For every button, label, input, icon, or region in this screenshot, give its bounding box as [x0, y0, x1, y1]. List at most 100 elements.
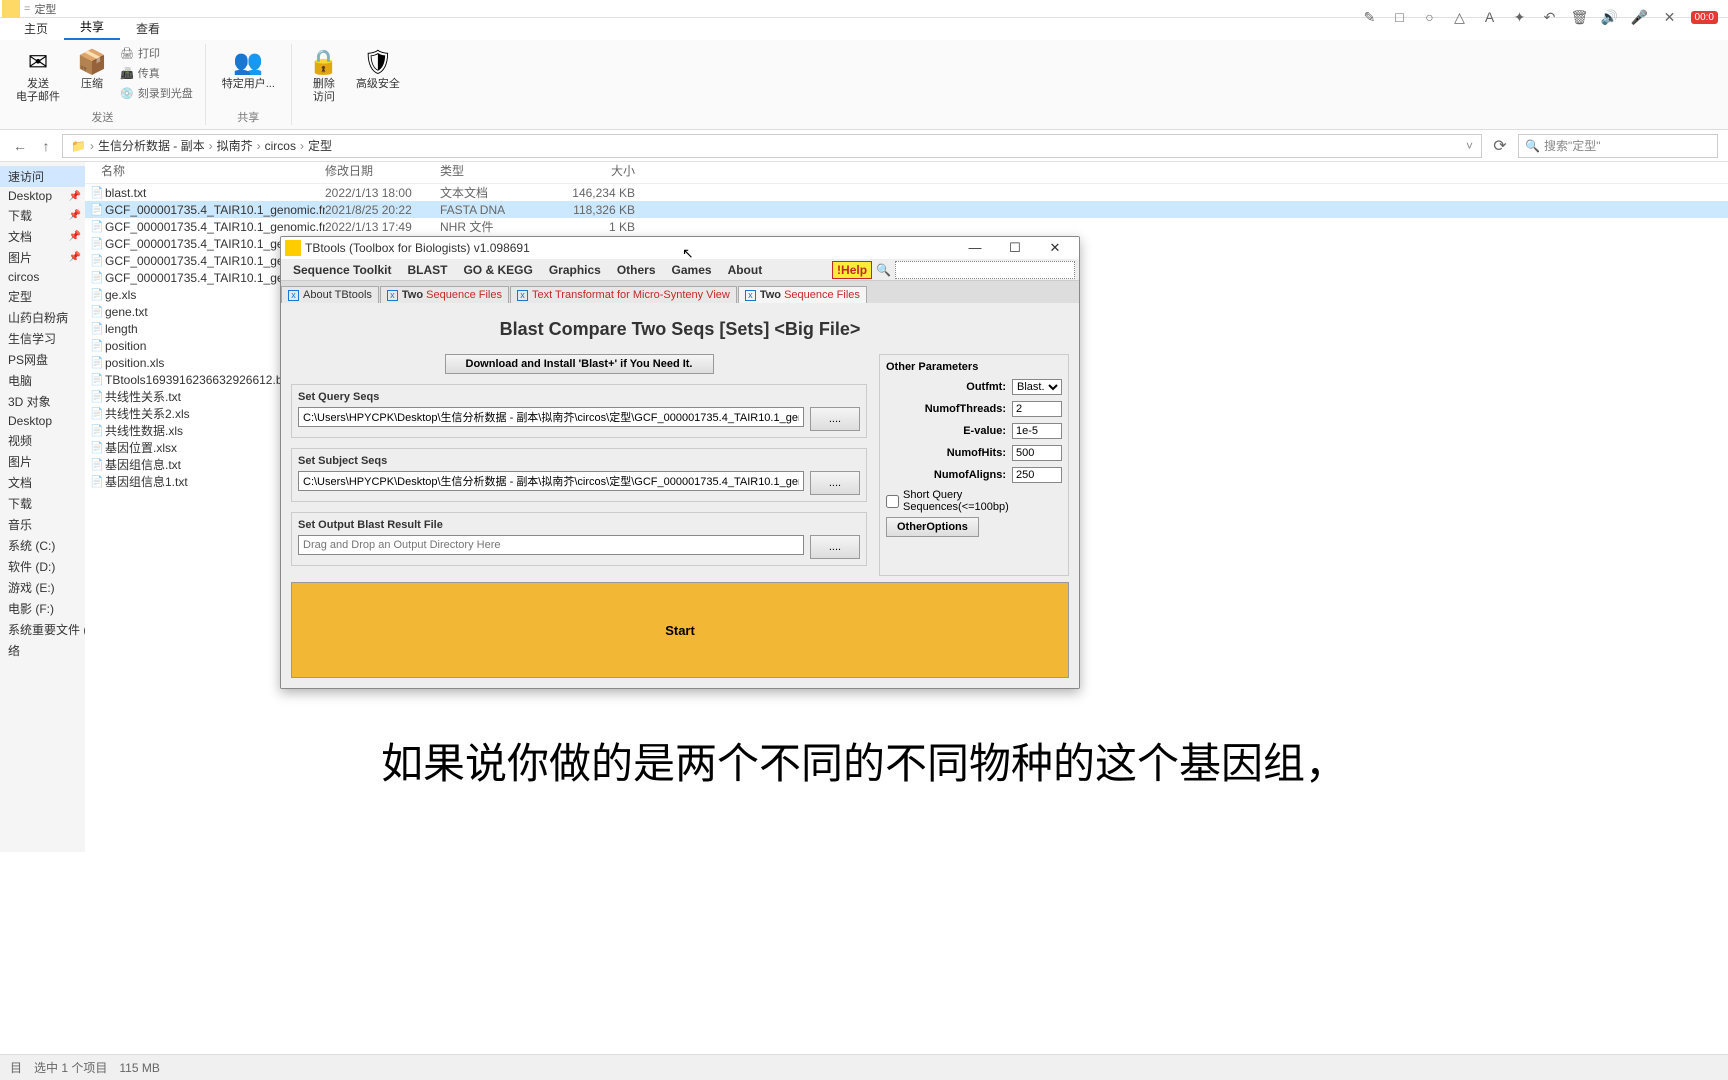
shortquery-checkbox[interactable] [886, 495, 899, 508]
file-row[interactable]: 📄 GCF_000001735.4_TAIR10.1_genomic.fna.T… [85, 218, 1728, 235]
header-type[interactable]: 类型 [440, 162, 535, 183]
refresh-button[interactable]: ⟳ [1488, 136, 1512, 156]
header-date[interactable]: 修改日期 [325, 162, 440, 183]
menu-graphics[interactable]: Graphics [541, 261, 609, 279]
edit-icon[interactable]: ✎ [1361, 8, 1379, 26]
sidebar-item[interactable]: 电影 (F:) [0, 598, 85, 619]
ribbon-tab-home[interactable]: 主页 [8, 17, 64, 40]
record-badge[interactable]: 00:0 [1691, 11, 1718, 24]
sidebar-item[interactable]: 下载📌 [0, 205, 85, 226]
square-icon[interactable]: □ [1391, 8, 1409, 26]
menu-seqtoolkit[interactable]: Sequence Toolkit [285, 261, 399, 279]
ribbon-btn-advanced-security[interactable]: 🛡 高级安全 [350, 44, 406, 93]
otheroptions-button[interactable]: OtherOptions [886, 517, 979, 537]
header-size[interactable]: 大小 [535, 162, 645, 183]
wand-icon[interactable]: ✦ [1511, 8, 1529, 26]
sidebar-item[interactable]: circos [0, 268, 85, 286]
header-name[interactable]: 名称 [85, 162, 325, 183]
download-blast-button[interactable]: Download and Install 'Blast+' if You Nee… [445, 354, 714, 374]
tbtools-titlebar[interactable]: TBtools (Toolbox for Biologists) v1.0986… [281, 237, 1079, 259]
tab-close-icon[interactable]: x [387, 290, 398, 301]
subject-input[interactable] [298, 471, 804, 491]
breadcrumb[interactable]: 📁 › 生信分析数据 - 副本 › 拟南芥 › circos › 定型 ˅ [62, 134, 1482, 158]
breadcrumb-p3[interactable]: circos [265, 139, 296, 153]
close-button[interactable]: ✕ [1035, 237, 1075, 259]
ribbon-btn-users[interactable]: 👥 特定用户... [216, 44, 281, 93]
text-icon[interactable]: A [1481, 8, 1499, 26]
query-browse-button[interactable]: .... [810, 407, 860, 431]
circle-icon[interactable]: ○ [1421, 8, 1439, 26]
menu-blast[interactable]: BLAST [399, 261, 455, 279]
sidebar-item[interactable]: 文档 [0, 472, 85, 493]
sidebar-item[interactable]: 音乐 [0, 514, 85, 535]
ribbon-btn-email[interactable]: ✉ 发送 电子邮件 [10, 44, 66, 106]
sidebar-item[interactable]: 软件 (D:) [0, 556, 85, 577]
sidebar-item[interactable]: 络 [0, 640, 85, 661]
menu-games[interactable]: Games [664, 261, 720, 279]
maximize-button[interactable]: ☐ [995, 237, 1035, 259]
sidebar-item[interactable]: 生信学习 [0, 328, 85, 349]
menu-about[interactable]: About [720, 261, 771, 279]
minimize-button[interactable]: — [955, 237, 995, 259]
sidebar-item[interactable]: 文档📌 [0, 226, 85, 247]
trash-icon[interactable]: 🗑 [1571, 8, 1589, 26]
hits-input[interactable] [1012, 445, 1062, 461]
ribbon-tab-share[interactable]: 共享 [64, 15, 120, 40]
nav-up[interactable]: ↑ [36, 138, 56, 154]
tab-twoseq2[interactable]: x Two Sequence Files [738, 286, 867, 303]
breadcrumb-p2[interactable]: 拟南芥 [217, 137, 253, 154]
menu-gokegg[interactable]: GO & KEGG [455, 261, 540, 279]
tab-synteny[interactable]: x Text Transformat for Micro-Synteny Vie… [510, 286, 737, 303]
start-button[interactable]: Start [291, 582, 1069, 678]
speaker-icon[interactable]: 🔊 [1601, 8, 1619, 26]
tab-close-icon[interactable]: x [288, 290, 299, 301]
menu-others[interactable]: Others [609, 261, 664, 279]
tbtools-search-input[interactable] [895, 261, 1075, 279]
close-x-icon[interactable]: ✕ [1661, 8, 1679, 26]
sidebar-item[interactable]: 电脑 [0, 370, 85, 391]
tab-twoseq1[interactable]: x Two Sequence Files [380, 286, 509, 303]
undo-icon[interactable]: ↶ [1541, 8, 1559, 26]
sidebar-item[interactable]: 速访问 [0, 166, 85, 187]
mic-icon[interactable]: 🎤 [1631, 8, 1649, 26]
sidebar-item[interactable]: Desktop [0, 412, 85, 430]
sidebar-item[interactable]: 3D 对象 [0, 391, 85, 412]
sidebar-item[interactable]: 视频 [0, 430, 85, 451]
file-row[interactable]: 📄 GCF_000001735.4_TAIR10.1_genomic.fna 2… [85, 201, 1728, 218]
help-button[interactable]: !Help [832, 261, 872, 279]
search-icon[interactable]: 🔍 [876, 263, 891, 277]
ribbon-btn-compress[interactable]: 📦 压缩 [70, 44, 114, 93]
triangle-icon[interactable]: △ [1451, 8, 1469, 26]
chevron-down-icon[interactable]: ˅ [1466, 139, 1473, 153]
file-row[interactable]: 📄 blast.txt 2022/1/13 18:00 文本文档 146,234… [85, 184, 1728, 201]
outfmt-select[interactable]: Blast... [1012, 379, 1062, 395]
threads-input[interactable] [1012, 401, 1062, 417]
tab-close-icon[interactable]: x [745, 290, 756, 301]
ribbon-fax[interactable]: 📠传真 [118, 64, 195, 82]
sidebar-item[interactable]: Desktop📌 [0, 187, 85, 205]
tab-about[interactable]: x About TBtools [281, 286, 379, 303]
breadcrumb-p4[interactable]: 定型 [308, 137, 332, 154]
tab-close-icon[interactable]: x [517, 290, 528, 301]
output-browse-button[interactable]: .... [810, 535, 860, 559]
ribbon-burn[interactable]: 💿刻录到光盘 [118, 84, 195, 102]
sidebar-item[interactable]: 图片📌 [0, 247, 85, 268]
sidebar-item[interactable]: 系统 (C:) [0, 535, 85, 556]
ribbon-print[interactable]: 🖨打印 [118, 44, 195, 62]
breadcrumb-p1[interactable]: 生信分析数据 - 副本 [98, 137, 205, 154]
aligns-input[interactable] [1012, 467, 1062, 483]
output-input[interactable] [298, 535, 804, 555]
sidebar-item[interactable]: 定型 [0, 286, 85, 307]
nav-back[interactable]: ← [10, 138, 30, 154]
query-input[interactable] [298, 407, 804, 427]
ribbon-tab-view[interactable]: 查看 [120, 17, 176, 40]
evalue-input[interactable] [1012, 423, 1062, 439]
sidebar-item[interactable]: 图片 [0, 451, 85, 472]
sidebar-item[interactable]: 系统重要文件 (G:) [0, 619, 85, 640]
sidebar-item[interactable]: 下载 [0, 493, 85, 514]
subject-browse-button[interactable]: .... [810, 471, 860, 495]
sidebar-item[interactable]: 游戏 (E:) [0, 577, 85, 598]
search-input[interactable]: 🔍 搜索"定型" [1518, 134, 1718, 158]
sidebar-item[interactable]: 山药白粉病 [0, 307, 85, 328]
sidebar-item[interactable]: PS网盘 [0, 349, 85, 370]
